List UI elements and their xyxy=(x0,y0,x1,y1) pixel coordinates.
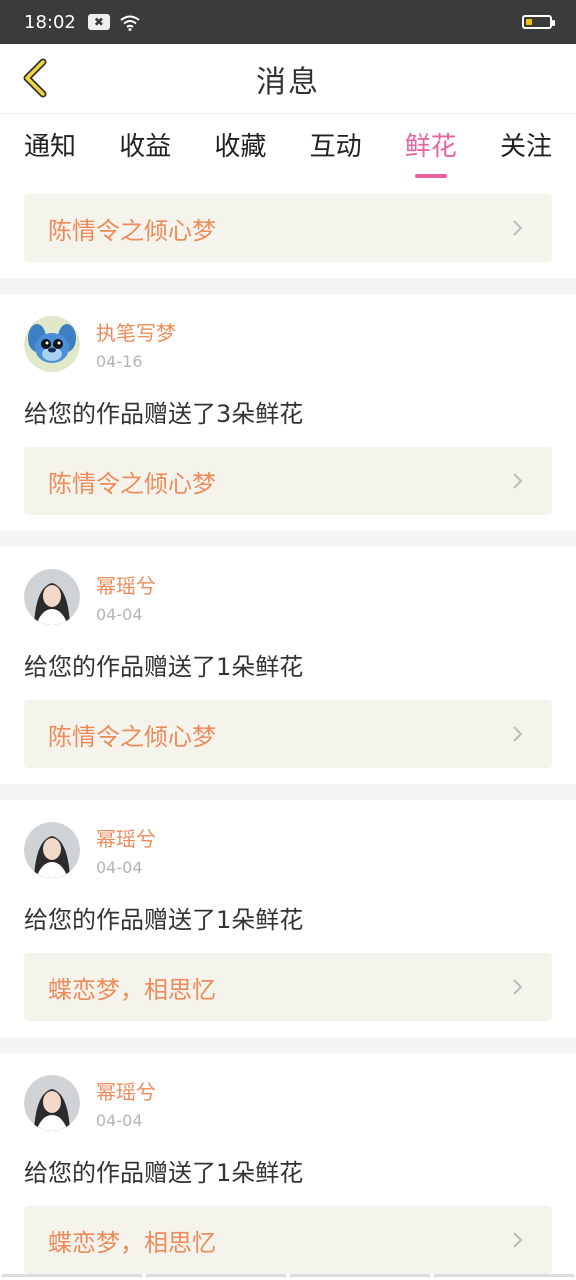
chevron-right-icon xyxy=(512,473,528,489)
chevron-right-icon xyxy=(512,220,528,236)
message-date: 04-04 xyxy=(96,605,143,624)
work-link[interactable]: 蝶恋梦，相思忆 xyxy=(24,953,552,1021)
tab-notifications[interactable]: 通知 xyxy=(24,114,76,163)
tab-interactions[interactable]: 互动 xyxy=(310,114,362,163)
message-text: 给您的作品赠送了3朵鲜花 xyxy=(24,400,304,428)
message-date: 04-16 xyxy=(96,352,143,371)
chevron-left-icon xyxy=(23,58,47,98)
chevron-right-icon xyxy=(512,726,528,742)
user-name[interactable]: 幂瑶兮 xyxy=(96,823,156,852)
chevron-right-icon xyxy=(512,1232,528,1248)
work-link[interactable]: 陈情令之倾心梦 xyxy=(24,194,552,262)
list-item: 陈情令之倾心梦 xyxy=(0,182,576,278)
work-title: 蝶恋梦，相思忆 xyxy=(48,975,216,1004)
list-item: 执笔写梦 04-16 给您的作品赠送了3朵鲜花 陈情令之倾心梦 xyxy=(0,294,576,531)
message-text: 给您的作品赠送了1朵鲜花 xyxy=(24,906,304,934)
message-list: 陈情令之倾心梦 执笔写梦 04-16 给您的作品赠送了3朵鲜花 陈情令之倾心梦 … xyxy=(0,182,576,1280)
message-date: 04-04 xyxy=(96,1111,143,1130)
avatar[interactable] xyxy=(24,822,80,878)
back-button[interactable] xyxy=(14,58,54,98)
work-title: 蝶恋梦，相思忆 xyxy=(48,1228,216,1257)
tab-bar: 通知 收益 收藏 互动 鲜花 关注 xyxy=(0,114,576,182)
avatar[interactable] xyxy=(24,316,80,372)
list-item: 幂瑶兮 04-04 给您的作品赠送了1朵鲜花 蝶恋梦，相思忆 xyxy=(0,800,576,1037)
work-title: 陈情令之倾心梦 xyxy=(48,722,216,751)
scroll-indicator xyxy=(0,1274,576,1280)
user-name[interactable]: 幂瑶兮 xyxy=(96,570,156,599)
page-title: 消息 xyxy=(256,64,320,100)
list-item: 幂瑶兮 04-04 给您的作品赠送了1朵鲜花 陈情令之倾心梦 xyxy=(0,547,576,784)
user-row: 幂瑶兮 04-04 xyxy=(24,569,552,625)
status-bar: 18:02 ✖ xyxy=(0,0,576,44)
tab-favorites[interactable]: 收藏 xyxy=(214,114,266,163)
header: 消息 xyxy=(0,44,576,114)
tab-follows[interactable]: 关注 xyxy=(500,114,552,163)
message-text: 给您的作品赠送了1朵鲜花 xyxy=(24,1159,304,1187)
list-item: 幂瑶兮 04-04 给您的作品赠送了1朵鲜花 蝶恋梦，相思忆 xyxy=(0,1053,576,1280)
notification-icon: ✖ xyxy=(87,14,110,30)
work-link[interactable]: 陈情令之倾心梦 xyxy=(24,700,552,768)
work-title: 陈情令之倾心梦 xyxy=(48,216,216,245)
status-time: 18:02 xyxy=(24,11,76,33)
battery-icon xyxy=(522,15,555,29)
message-date: 04-04 xyxy=(96,858,143,877)
avatar[interactable] xyxy=(24,1075,80,1131)
user-name[interactable]: 幂瑶兮 xyxy=(96,1076,156,1105)
user-row: 幂瑶兮 04-04 xyxy=(24,822,552,878)
work-title: 陈情令之倾心梦 xyxy=(48,469,216,498)
tab-earnings[interactable]: 收益 xyxy=(119,114,171,163)
message-text: 给您的作品赠送了1朵鲜花 xyxy=(24,653,304,681)
chevron-right-icon xyxy=(512,979,528,995)
work-link[interactable]: 陈情令之倾心梦 xyxy=(24,447,552,515)
user-row: 幂瑶兮 04-04 xyxy=(24,1075,552,1131)
screen: 18:02 ✖ 消息 通知 收益 收藏 互动 鲜花 关注 陈情令之倾心梦 执笔写… xyxy=(0,0,576,1280)
tab-flowers[interactable]: 鲜花 xyxy=(405,114,457,163)
user-row: 执笔写梦 04-16 xyxy=(24,316,552,372)
user-name[interactable]: 执笔写梦 xyxy=(96,317,176,346)
wifi-icon xyxy=(120,15,140,31)
avatar[interactable] xyxy=(24,569,80,625)
work-link[interactable]: 蝶恋梦，相思忆 xyxy=(24,1206,552,1274)
